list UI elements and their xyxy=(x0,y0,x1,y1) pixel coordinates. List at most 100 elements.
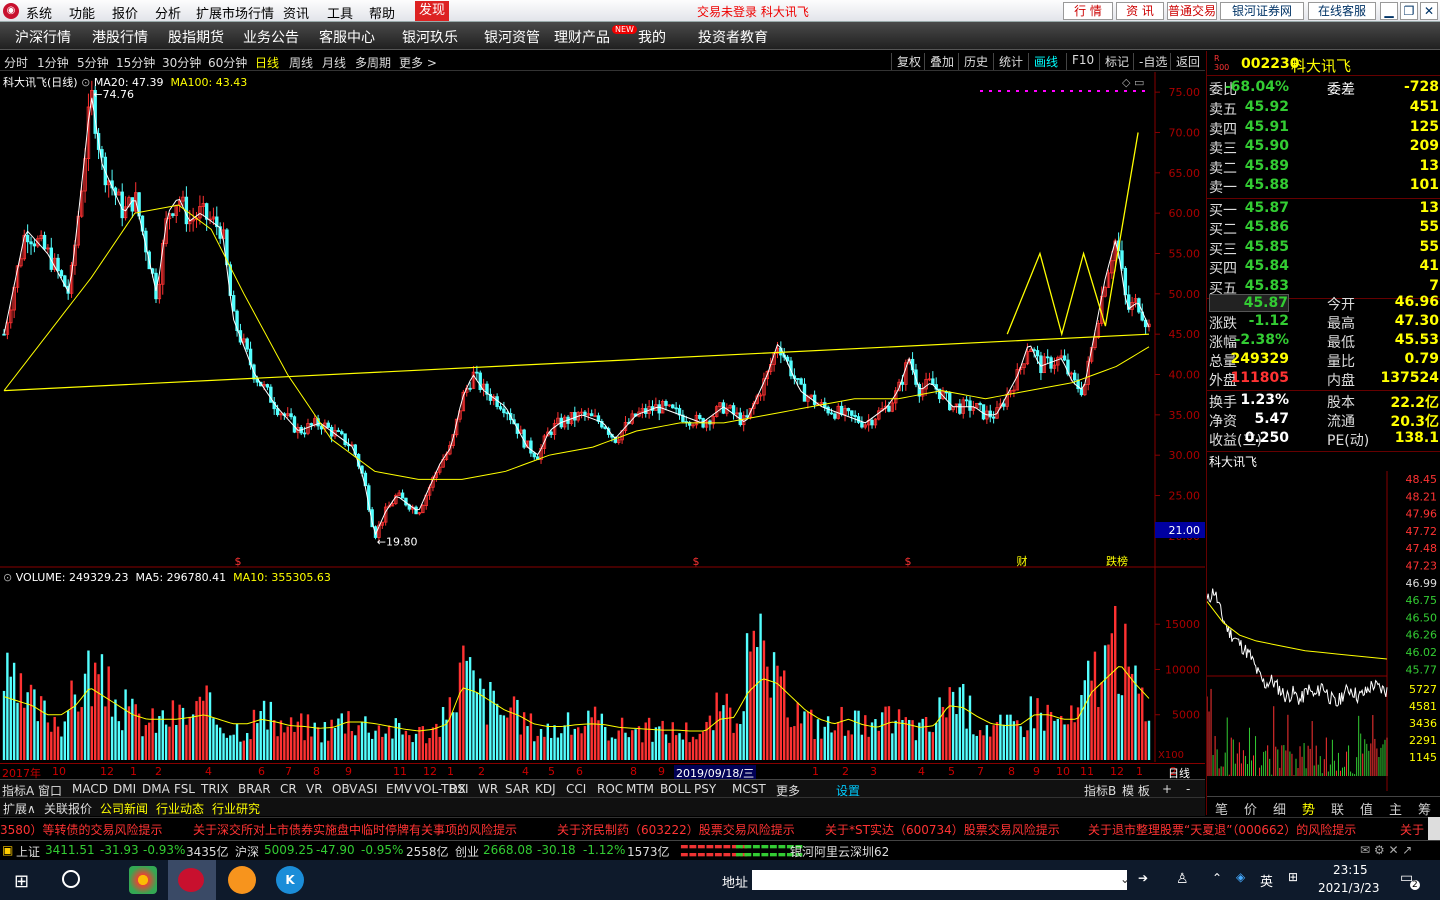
indicator-sar[interactable]: SAR xyxy=(505,782,529,796)
period-daily[interactable]: 日线 xyxy=(255,54,279,71)
ticker-item[interactable]: 3580）等转债的交易风险提示 xyxy=(0,821,163,838)
tab-company-news[interactable]: 公司新闻 xyxy=(100,800,148,817)
clock-date[interactable]: 2021/3/23 xyxy=(1318,881,1380,895)
quote-tab-6[interactable]: 主 xyxy=(1389,799,1402,818)
period-1min[interactable]: 1分钟 xyxy=(37,54,69,71)
dropdown-icon[interactable]: ⌄ xyxy=(1120,872,1130,886)
indicator-[interactable]: + xyxy=(1162,782,1172,796)
ask-row-3[interactable]: 卖三 45.90 209 xyxy=(1207,138,1440,157)
menu-analysis[interactable]: 分析 xyxy=(155,3,181,22)
quote-tab-4[interactable]: 联 xyxy=(1331,799,1344,818)
nav-futures[interactable]: 股指期货 xyxy=(168,27,224,47)
quote-tab-5[interactable]: 值 xyxy=(1360,799,1373,818)
candlestick-chart[interactable]: 75.00 70.00 65.00 60.00 55.00 50.00 45.00 40.00… xyxy=(0,72,1205,568)
indicator-obv[interactable]: OBV xyxy=(332,782,358,796)
address-input[interactable] xyxy=(752,870,1127,890)
menu-news[interactable]: 资讯 xyxy=(283,3,309,22)
news-button[interactable]: 资 讯 xyxy=(1116,2,1164,20)
broker-site-button[interactable]: 银河证券网 xyxy=(1220,2,1304,20)
tool-mark[interactable]: 标记 xyxy=(1099,53,1134,70)
period-multi[interactable]: 多周期 xyxy=(355,54,391,71)
ask-row-1[interactable]: 卖一 45.88 101 xyxy=(1207,177,1440,196)
period-weekly[interactable]: 周线 xyxy=(289,54,313,71)
settings-icon[interactable]: ⊙ xyxy=(81,76,94,89)
nav-education[interactable]: 投资者教育 xyxy=(698,27,768,47)
tab-industry-news[interactable]: 行业动态 xyxy=(156,800,204,817)
period-5min[interactable]: 5分钟 xyxy=(77,54,109,71)
clock-time[interactable]: 23:15 xyxy=(1333,863,1368,877)
tool-adjust[interactable]: 复权 xyxy=(891,53,926,70)
online-service-button[interactable]: 在线客服 xyxy=(1308,2,1376,20)
network-tray-icon[interactable]: ◈ xyxy=(1236,870,1245,884)
indicator-cr[interactable]: CR xyxy=(280,782,297,796)
trade-button[interactable]: 普通交易 xyxy=(1167,2,1217,20)
galaxy-app-icon[interactable] xyxy=(168,860,216,900)
bid-row-1[interactable]: 买一 45.87 13 xyxy=(1207,200,1440,219)
index-cy-name[interactable]: 创业 xyxy=(455,843,479,860)
nav-service[interactable]: 客服中心 xyxy=(319,27,375,47)
index-hs-name[interactable]: 沪深 xyxy=(235,843,259,860)
indicator-macd[interactable]: MACD xyxy=(72,782,108,796)
indicator-dmi[interactable]: DMI xyxy=(113,782,136,796)
keyboard-icon[interactable]: ⊞ xyxy=(1288,870,1298,884)
tab-related-quotes[interactable]: 关联报价 xyxy=(44,800,92,817)
quote-button[interactable]: 行 情 xyxy=(1063,2,1113,20)
restore-icon[interactable]: ❐ xyxy=(1400,2,1418,20)
volume-chart[interactable]: 15000 10000 5000 X100 xyxy=(0,568,1205,762)
status-icons[interactable]: ✉ ⚙ ✕ ↗ xyxy=(1360,843,1412,857)
menu-function[interactable]: 功能 xyxy=(69,3,95,22)
indicator-cci[interactable]: CCI xyxy=(566,782,586,796)
people-icon[interactable]: ♙ xyxy=(1176,871,1189,887)
tool-f10[interactable]: F10 xyxy=(1066,53,1099,70)
indicator-wr[interactable]: WR xyxy=(478,782,498,796)
menu-discover[interactable]: 发现 xyxy=(415,1,450,21)
indicator-[interactable]: - xyxy=(1186,782,1190,796)
tool-history[interactable]: 历史 xyxy=(958,53,993,70)
indicator-mtm[interactable]: MTM xyxy=(626,782,654,796)
indicator-roc[interactable]: ROC xyxy=(597,782,623,796)
ticker-item[interactable]: 关于退市整理股票“天夏退”（000662）的风险提示 xyxy=(1088,821,1356,838)
windows-start-icon[interactable]: ⊞ xyxy=(14,871,29,892)
indicator-rsi[interactable]: RSI xyxy=(449,782,469,796)
quote-tab-0[interactable]: 笔 xyxy=(1215,799,1228,818)
indicator-fsl[interactable]: FSL xyxy=(174,782,195,796)
menu-quote[interactable]: 报价 xyxy=(112,3,138,22)
quote-tab-2[interactable]: 细 xyxy=(1273,799,1286,818)
ticker-item[interactable]: 关于济民制药（603222）股票交易风险提示 xyxy=(557,821,795,838)
indicator-mcst[interactable]: MCST xyxy=(732,782,766,796)
indicator-dma[interactable]: DMA xyxy=(142,782,170,796)
tool-watchlist[interactable]: -自选 xyxy=(1133,53,1172,70)
minimize-icon[interactable]: ▁ xyxy=(1380,2,1398,20)
nav-jiule[interactable]: 银河玖乐 xyxy=(402,27,458,47)
indicator-psy[interactable]: PSY xyxy=(694,782,716,796)
nav-announcements[interactable]: 业务公告 xyxy=(243,27,299,47)
period-timeshare[interactable]: 分时 xyxy=(4,54,28,71)
ticker-item[interactable]: 关于 xyxy=(1400,821,1424,838)
ticker-item[interactable]: 关于深交所对上市债券实施盘中临时停牌有关事项的风险提示 xyxy=(193,821,517,838)
quote-tab-1[interactable]: 价 xyxy=(1244,799,1257,818)
vol-settings-icon[interactable]: ⊙ xyxy=(3,571,16,584)
bid-row-4[interactable]: 买四 45.84 41 xyxy=(1207,258,1440,277)
index-sh-name[interactable]: 上证 xyxy=(16,843,40,860)
close-icon[interactable]: ✕ xyxy=(1420,2,1438,20)
app-icon-orange[interactable] xyxy=(228,866,256,894)
tool-back[interactable]: 返回 xyxy=(1170,53,1205,70)
menu-help[interactable]: 帮助 xyxy=(369,3,395,22)
menu-ext-market[interactable]: 扩展市场行情 xyxy=(196,3,274,22)
period-30min[interactable]: 30分钟 xyxy=(162,54,201,71)
nav-hk[interactable]: 港股行情 xyxy=(92,27,148,47)
indicator-trix[interactable]: TRIX xyxy=(201,782,228,796)
chrome-icon[interactable] xyxy=(129,866,157,894)
tray-chevron-icon[interactable]: ⌃ xyxy=(1212,871,1222,885)
period-monthly[interactable]: 月线 xyxy=(322,54,346,71)
go-icon[interactable]: ➔ xyxy=(1138,871,1148,885)
period-60min[interactable]: 60分钟 xyxy=(208,54,247,71)
indicator-boll[interactable]: BOLL xyxy=(660,782,691,796)
app-icon-k[interactable]: K xyxy=(276,866,304,894)
intraday-mini-chart[interactable]: 48.45 48.21 47.96 47.72 47.48 47.23 46.99 46.75… xyxy=(1207,471,1440,791)
nav-shsz[interactable]: 沪深行情 xyxy=(15,27,71,47)
period-15min[interactable]: 15分钟 xyxy=(116,54,155,71)
indicator-vr[interactable]: VR xyxy=(306,782,323,796)
nav-asset-mgmt[interactable]: 银河资管 xyxy=(484,27,540,47)
nav-wealth[interactable]: 理财产品 xyxy=(554,27,610,47)
